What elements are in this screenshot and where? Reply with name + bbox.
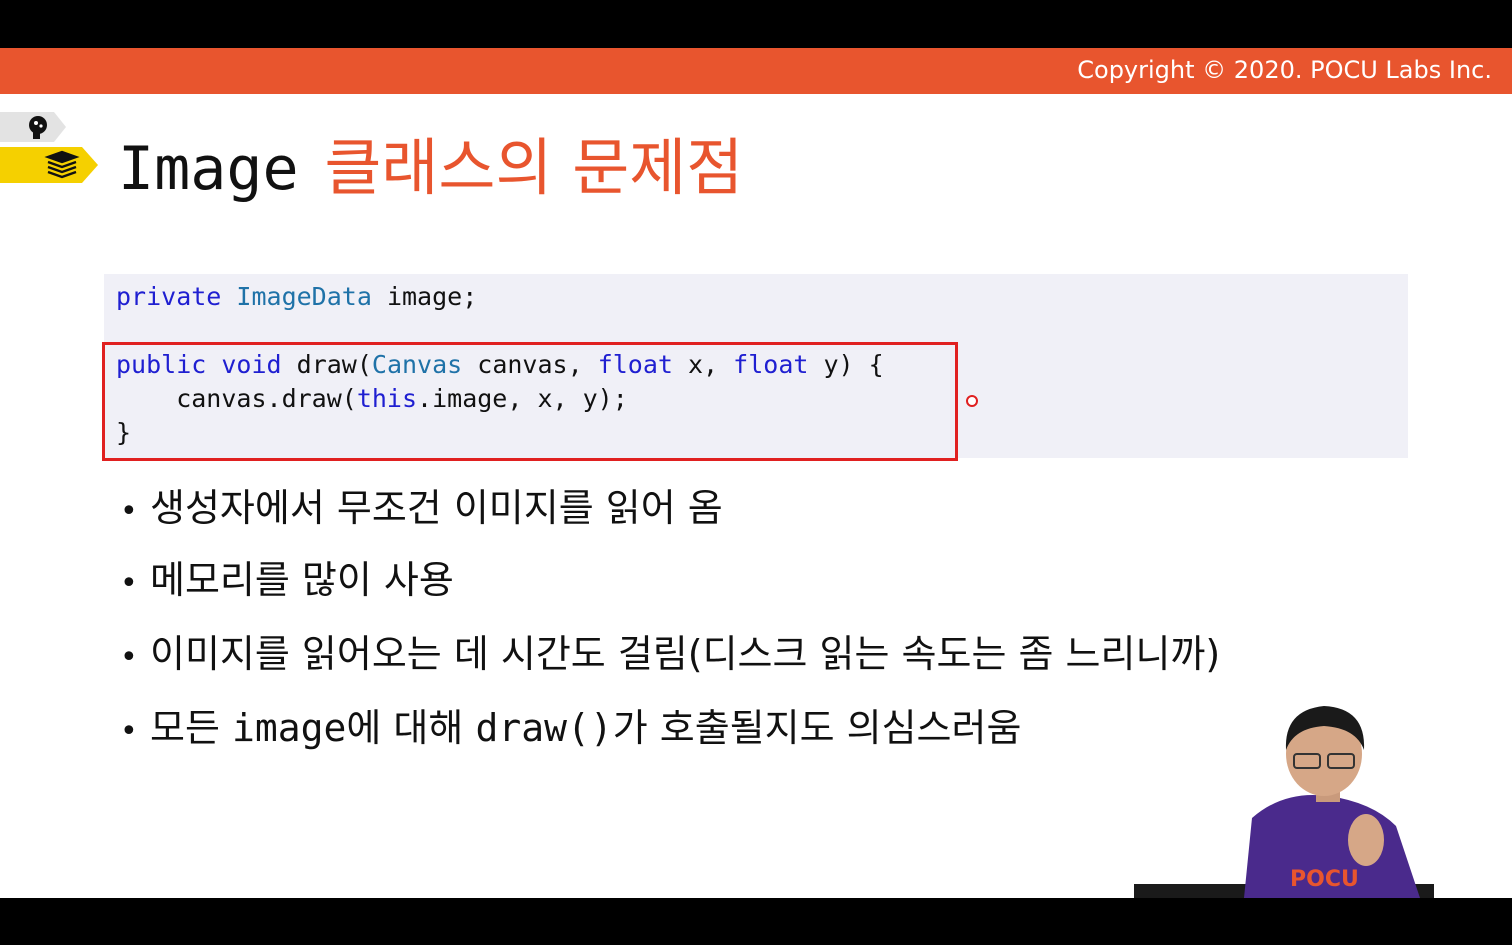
page-title: Image 클래스의 문제점 — [118, 132, 743, 205]
bullet-symbol: • — [120, 640, 138, 675]
list-item: • 모든 image에 대해 draw()가 호출될지도 의심스러움 — [120, 704, 1021, 756]
bullet-code: draw() — [475, 706, 613, 750]
slide: Copyright © 2020. POCU Labs Inc. Image 클… — [0, 48, 1512, 898]
shirt-logo-text: POCU — [1290, 867, 1359, 892]
code-token: ImageData — [236, 282, 372, 311]
side-tab-books — [0, 147, 98, 183]
bullet-text: 가 호출될지도 의심스러움 — [612, 706, 1022, 750]
title-class-name: Image — [118, 134, 299, 204]
bullet-text: 에 대해 — [346, 706, 476, 750]
code-token: private — [116, 282, 222, 311]
side-tab-brain — [0, 112, 66, 142]
list-item: • 이미지를 읽어오는 데 시간도 걸림(디스크 읽는 속도는 좀 느리니까) — [120, 630, 1220, 682]
bullet-symbol: • — [120, 714, 138, 749]
bullet-text: 이미지를 읽어오는 데 시간도 걸림(디스크 읽는 속도는 좀 느리니까) — [150, 632, 1221, 676]
highlight-box — [102, 342, 958, 461]
list-item: • 생성자에서 무조건 이미지를 읽어 옴 — [120, 484, 723, 536]
bullet-symbol: • — [120, 566, 138, 601]
laser-pointer-dot — [966, 395, 978, 407]
video-frame: Copyright © 2020. POCU Labs Inc. Image 클… — [0, 0, 1512, 945]
bullet-text: 모든 — [150, 706, 232, 750]
video-bottom-bar — [0, 898, 1512, 945]
presenter-video-overlay: POCU — [1134, 706, 1434, 898]
bullet-text: 생성자에서 무조건 이미지를 읽어 옴 — [150, 486, 723, 530]
code-line-1: private ImageData image; — [116, 280, 477, 314]
bullet-symbol: • — [120, 494, 138, 529]
code-token: image; — [371, 282, 478, 311]
list-item: • 메모리를 많이 사용 — [120, 556, 454, 608]
copyright-text: Copyright © 2020. POCU Labs Inc. — [1077, 56, 1492, 84]
title-korean: 클래스의 문제점 — [324, 131, 744, 204]
bullet-code: image — [232, 706, 347, 750]
header-band: Copyright © 2020. POCU Labs Inc. — [0, 48, 1512, 94]
bullet-text: 메모리를 많이 사용 — [150, 558, 454, 602]
